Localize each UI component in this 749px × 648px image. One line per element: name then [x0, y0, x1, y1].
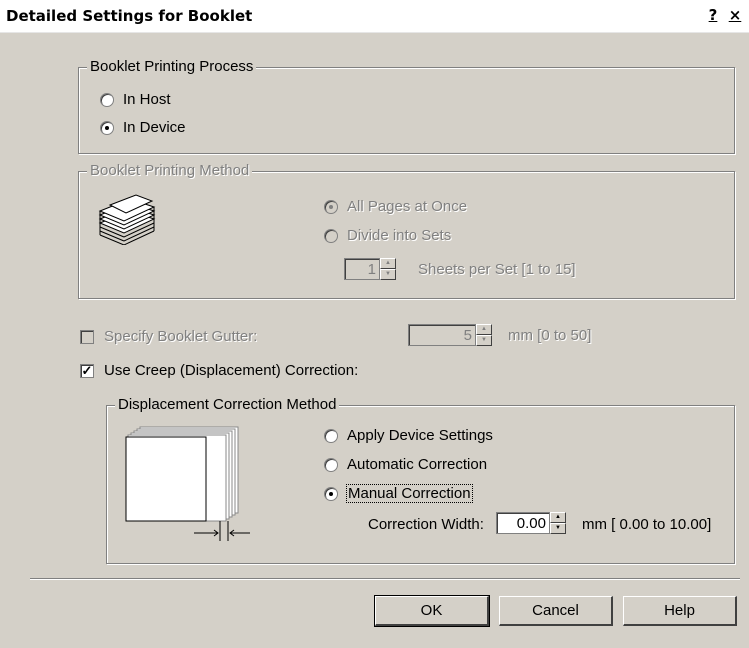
radio-all-pages-label: All Pages at Once	[347, 198, 468, 215]
radio-apply-device-settings[interactable]: Apply Device Settings	[324, 427, 493, 444]
sheets-per-set-label: Sheets per Set [1 to 15]	[418, 261, 576, 278]
booklet-printing-process-group	[78, 67, 735, 154]
booklet-stack-icon	[96, 193, 158, 246]
radio-in-host-button[interactable]	[100, 92, 114, 107]
gutter-checkbox-box[interactable]	[80, 329, 94, 344]
radio-manual-button[interactable]	[324, 486, 338, 501]
creep-checkbox-box[interactable]: ✓	[80, 363, 94, 378]
displacement-group-legend: Displacement Correction Method	[115, 397, 340, 413]
gutter-value[interactable]: 5	[408, 324, 476, 346]
radio-divide-sets-label: Divide into Sets	[347, 227, 452, 244]
checkbox-use-creep-correction[interactable]: ✓ Use Creep (Displacement) Correction:	[80, 362, 358, 379]
process-group-legend: Booklet Printing Process	[87, 59, 257, 75]
close-icon[interactable]: ×	[725, 6, 745, 24]
sheets-per-set-stepper[interactable]: 1 ▲ ▼	[344, 258, 396, 282]
correction-width-label: Correction Width:	[368, 516, 484, 533]
checkbox-specify-gutter[interactable]: Specify Booklet Gutter:	[80, 328, 257, 345]
sheets-spin-arrows[interactable]: ▲ ▼	[380, 258, 396, 280]
gutter-checkbox-label: Specify Booklet Gutter:	[104, 328, 258, 345]
radio-in-host[interactable]: In Host	[100, 91, 171, 108]
radio-in-host-label: In Host	[123, 91, 171, 108]
radio-all-pages-button[interactable]	[324, 199, 338, 214]
radio-in-device-label: In Device	[123, 119, 186, 136]
help-button[interactable]: Help	[623, 596, 737, 626]
radio-in-device[interactable]: In Device	[100, 119, 186, 136]
radio-apply-device-label: Apply Device Settings	[347, 427, 493, 444]
radio-manual-correction[interactable]: Manual Correction	[324, 484, 473, 503]
gutter-spin-arrows[interactable]: ▲ ▼	[476, 324, 492, 346]
correction-width-unit: mm [ 0.00 to 10.00]	[582, 516, 712, 533]
dialog-title: Detailed Settings for Booklet	[6, 7, 253, 25]
correction-width-spin-arrows[interactable]: ▲ ▼	[550, 512, 566, 534]
displacement-diagram-icon	[124, 425, 252, 543]
radio-divide-into-sets[interactable]: Divide into Sets	[324, 227, 451, 244]
help-icon[interactable]: ?	[703, 6, 723, 24]
cancel-button[interactable]: Cancel	[499, 596, 613, 626]
radio-manual-label: Manual Correction	[346, 484, 473, 503]
gutter-unit-label: mm [0 to 50]	[508, 327, 592, 344]
radio-automatic-button[interactable]	[324, 457, 338, 472]
radio-automatic-correction[interactable]: Automatic Correction	[324, 456, 487, 473]
radio-divide-sets-button[interactable]	[324, 228, 338, 243]
radio-in-device-button[interactable]	[100, 120, 114, 135]
sheets-per-set-value[interactable]: 1	[344, 258, 380, 280]
creep-checkbox-label: Use Creep (Displacement) Correction:	[104, 362, 359, 379]
radio-apply-device-button[interactable]	[324, 428, 338, 443]
title-bar: Detailed Settings for Booklet ? ×	[0, 0, 749, 33]
ok-button[interactable]: OK	[374, 595, 490, 627]
radio-all-pages-at-once[interactable]: All Pages at Once	[324, 198, 467, 215]
gutter-stepper[interactable]: 5 ▲ ▼	[408, 324, 492, 348]
method-group-legend: Booklet Printing Method	[87, 163, 253, 179]
correction-width-value[interactable]: 0.00	[496, 512, 550, 534]
radio-automatic-label: Automatic Correction	[347, 456, 488, 473]
correction-width-stepper[interactable]: 0.00 ▲ ▼	[496, 512, 566, 536]
footer-separator	[30, 578, 740, 580]
